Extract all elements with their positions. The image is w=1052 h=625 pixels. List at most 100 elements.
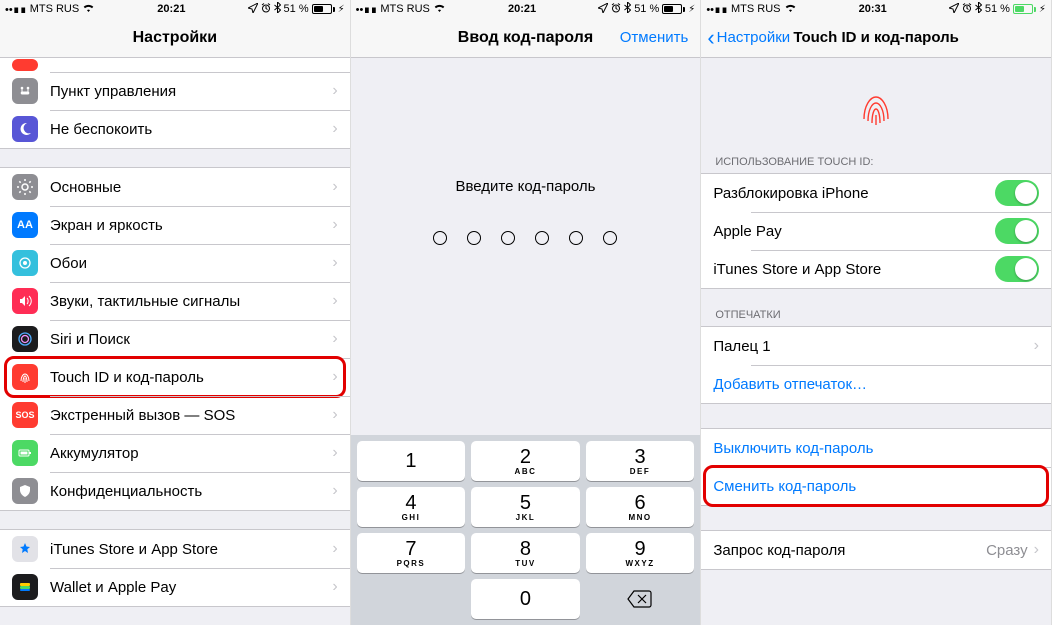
touchid-screen: ••∎∎ MTS RUS 20:31 51 % ⚡︎ ‹ Настройки T…	[701, 0, 1052, 625]
row-turn-off-passcode[interactable]: Выключить код-пароль	[701, 429, 1051, 467]
chevron-right-icon: ›	[1034, 337, 1039, 355]
battery-pct: 51 %	[985, 3, 1010, 15]
key-9[interactable]: 9WXYZ	[586, 533, 695, 573]
chevron-right-icon: ›	[332, 120, 337, 138]
status-bar: ••∎∎ MTS RUS 20:31 51 % ⚡︎	[701, 0, 1051, 18]
chevron-right-icon: ›	[332, 444, 337, 462]
settings-screen: ••∎∎ MTS RUS 20:21 51 % ⚡︎ Настройки	[0, 0, 351, 625]
row-wallet[interactable]: Wallet и Apple Pay ›	[0, 568, 350, 606]
settings-list[interactable]: Пункт управления › Не беспокоить › Основ…	[0, 58, 350, 625]
fingerprint-hero-icon	[852, 84, 900, 132]
signal-icon: ••∎∎	[356, 3, 378, 16]
key-2[interactable]: 2ABC	[471, 441, 580, 481]
bluetooth-icon	[975, 2, 982, 16]
chevron-right-icon: ›	[332, 406, 337, 424]
key-5[interactable]: 5JKL	[471, 487, 580, 527]
key-delete[interactable]	[586, 579, 695, 619]
cancel-button[interactable]: Отменить	[620, 29, 689, 46]
row-touchid[interactable]: Touch ID и код-пароль ›	[0, 358, 350, 396]
battery-pct: 51 %	[634, 3, 659, 15]
status-bar: ••∎∎ MTS RUS 20:21 51 % ⚡︎	[0, 0, 350, 18]
chevron-right-icon: ›	[332, 82, 337, 100]
charging-icon: ⚡︎	[338, 4, 345, 15]
status-time: 20:21	[157, 3, 185, 15]
charging-icon: ⚡︎	[1039, 4, 1046, 15]
row-general[interactable]: Основные ›	[0, 168, 350, 206]
key-4[interactable]: 4GHI	[357, 487, 466, 527]
row-sos[interactable]: SOS Экстренный вызов — SOS ›	[0, 396, 350, 434]
nav-bar: Настройки	[0, 18, 350, 58]
wifi-icon	[433, 3, 446, 16]
location-icon	[598, 3, 608, 16]
key-3[interactable]: 3DEF	[586, 441, 695, 481]
siri-icon	[12, 326, 38, 352]
back-button[interactable]: ‹ Настройки	[707, 27, 790, 49]
wifi-icon	[784, 3, 797, 16]
row-itunes[interactable]: iTunes Store и App Store	[701, 250, 1051, 288]
toggle-itunes[interactable]	[995, 256, 1039, 282]
row-appstore[interactable]: iTunes Store и App Store ›	[0, 530, 350, 568]
numeric-keypad: 1 2ABC 3DEF 4GHI 5JKL 6MNO 7PQRS 8TUV 9W…	[351, 435, 701, 625]
control-center-icon	[12, 78, 38, 104]
page-title: Touch ID и код-пароль	[793, 29, 959, 46]
battery-pct: 51 %	[284, 3, 309, 15]
passcode-dot	[603, 231, 617, 245]
row-change-passcode[interactable]: Сменить код-пароль	[701, 467, 1051, 505]
row-apple-pay[interactable]: Apple Pay	[701, 212, 1051, 250]
status-time: 20:31	[859, 3, 887, 15]
row-require-passcode[interactable]: Запрос код-пароля Сразу ›	[701, 531, 1051, 569]
key-8[interactable]: 8TUV	[471, 533, 580, 573]
fingerprint-icon	[12, 364, 38, 390]
page-title: Настройки	[133, 29, 217, 47]
key-6[interactable]: 6MNO	[586, 487, 695, 527]
chevron-right-icon: ›	[1034, 541, 1039, 559]
chevron-right-icon: ›	[332, 178, 337, 196]
carrier-label: MTS RUS	[731, 3, 781, 15]
chevron-left-icon: ‹	[707, 27, 714, 49]
passcode-prompt: Введите код-пароль	[455, 178, 595, 195]
wallpaper-icon	[12, 250, 38, 276]
row-privacy[interactable]: Конфиденциальность ›	[0, 472, 350, 510]
passcode-dot	[535, 231, 549, 245]
backspace-icon	[627, 590, 653, 608]
row-add-finger[interactable]: Добавить отпечаток…	[701, 365, 1051, 403]
location-icon	[949, 3, 959, 16]
display-icon: AA	[12, 212, 38, 238]
passcode-dot	[569, 231, 583, 245]
row-control-center[interactable]: Пункт управления ›	[0, 72, 350, 110]
row-display[interactable]: AA Экран и яркость ›	[0, 206, 350, 244]
signal-icon: ••∎∎	[5, 3, 27, 16]
passcode-area: Введите код-пароль	[351, 58, 701, 435]
chevron-right-icon: ›	[332, 368, 337, 386]
toggle-applepay[interactable]	[995, 218, 1039, 244]
alarm-icon	[962, 3, 972, 16]
carrier-label: MTS RUS	[380, 3, 430, 15]
nav-bar: Ввод код-пароля Отменить	[351, 18, 701, 58]
row-unlock-iphone[interactable]: Разблокировка iPhone	[701, 174, 1051, 212]
row-battery[interactable]: Аккумулятор ›	[0, 434, 350, 472]
chevron-right-icon: ›	[332, 254, 337, 272]
toggle-unlock[interactable]	[995, 180, 1039, 206]
gear-icon	[12, 174, 38, 200]
passcode-dot	[467, 231, 481, 245]
chevron-right-icon: ›	[332, 540, 337, 558]
row-wallpaper[interactable]: Обои ›	[0, 244, 350, 282]
status-bar: ••∎∎ MTS RUS 20:21 51 % ⚡︎	[351, 0, 701, 18]
passcode-screen: ••∎∎ MTS RUS 20:21 51 % ⚡︎ Ввод код-паро…	[351, 0, 702, 625]
row-sounds[interactable]: Звуки, тактильные сигналы ›	[0, 282, 350, 320]
chevron-right-icon: ›	[332, 216, 337, 234]
section-header-use: ИСПОЛЬЗОВАНИЕ TOUCH ID:	[701, 150, 1051, 173]
row-finger-1[interactable]: Палец 1 ›	[701, 327, 1051, 365]
nav-bar: ‹ Настройки Touch ID и код-пароль	[701, 18, 1051, 58]
row-blank-top[interactable]	[0, 58, 350, 72]
alarm-icon	[261, 3, 271, 16]
chevron-right-icon: ›	[332, 330, 337, 348]
section-header-prints: ОТПЕЧАТКИ	[701, 303, 1051, 326]
key-1[interactable]: 1	[357, 441, 466, 481]
key-0[interactable]: 0	[471, 579, 580, 619]
touchid-content[interactable]: ИСПОЛЬЗОВАНИЕ TOUCH ID: Разблокировка iP…	[701, 58, 1051, 625]
key-7[interactable]: 7PQRS	[357, 533, 466, 573]
row-dnd[interactable]: Не беспокоить ›	[0, 110, 350, 148]
battery-icon	[1013, 4, 1036, 14]
row-siri[interactable]: Siri и Поиск ›	[0, 320, 350, 358]
